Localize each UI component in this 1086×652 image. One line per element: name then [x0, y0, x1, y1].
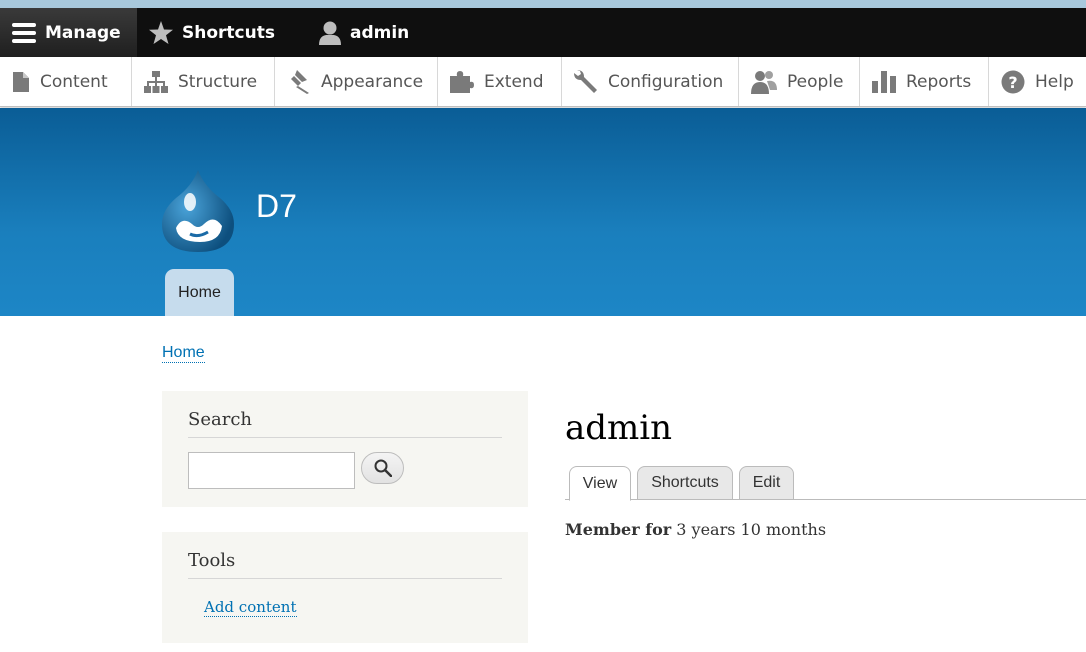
breadcrumb-home[interactable]: Home: [162, 344, 205, 363]
search-input[interactable]: [188, 452, 355, 489]
search-button[interactable]: [361, 452, 404, 484]
tray-item-extend[interactable]: Extend: [438, 57, 562, 106]
admin-toolbar: Manage Shortcuts admin: [0, 8, 1086, 57]
user-icon: [318, 21, 341, 45]
tray-item-people[interactable]: People: [739, 57, 860, 106]
user-button[interactable]: admin: [287, 8, 421, 57]
people-icon: [751, 70, 777, 94]
tools-block-title: Tools: [188, 550, 502, 579]
site-name[interactable]: D7: [256, 188, 297, 225]
manage-label: Manage: [45, 22, 121, 43]
search-block-title: Search: [188, 409, 502, 438]
svg-text:?: ?: [1008, 73, 1017, 92]
tray-label: People: [787, 71, 844, 92]
top-strip: [0, 0, 1086, 8]
main-menu-home[interactable]: Home: [165, 269, 234, 316]
shortcuts-label: Shortcuts: [182, 22, 275, 43]
site-header: D7 Home: [0, 108, 1086, 316]
manage-button[interactable]: Manage: [0, 8, 137, 57]
search-block: Search: [162, 391, 528, 507]
tray-label: Reports: [906, 71, 972, 92]
user-label: admin: [349, 22, 410, 43]
file-icon: [13, 71, 29, 92]
drupal-logo-icon[interactable]: [160, 168, 236, 258]
tray-item-help[interactable]: ? Help: [989, 57, 1086, 106]
sitemap-icon: [144, 70, 168, 93]
member-for: Member for 3 years 10 months: [565, 520, 826, 539]
user-tabs: View Shortcuts Edit: [565, 466, 1086, 501]
tray-item-configuration[interactable]: Configuration: [562, 57, 739, 106]
tray-label: Extend: [484, 71, 544, 92]
tray-label: Appearance: [321, 71, 424, 92]
bar-chart-icon: [872, 70, 896, 93]
help-icon: ?: [1001, 70, 1025, 93]
tools-block: Tools Add content: [162, 532, 528, 643]
tab-edit[interactable]: Edit: [739, 466, 794, 500]
member-for-value: 3 years 10 months: [676, 520, 827, 539]
admin-tray: Content Structure Appearance Extend Conf…: [0, 57, 1086, 107]
tray-label: Help: [1035, 71, 1074, 92]
paintbrush-icon: [291, 69, 309, 94]
puzzle-icon: [450, 70, 474, 93]
tray-item-structure[interactable]: Structure: [132, 57, 275, 106]
hamburger-icon: [12, 22, 36, 43]
member-for-label: Member for: [565, 520, 672, 539]
tray-label: Content: [40, 71, 108, 92]
page-title: admin: [565, 408, 673, 448]
tray-item-content[interactable]: Content: [0, 57, 132, 106]
wrench-icon: [574, 69, 597, 93]
tray-item-appearance[interactable]: Appearance: [275, 57, 438, 106]
tray-label: Configuration: [608, 71, 724, 92]
shortcuts-button[interactable]: Shortcuts: [137, 8, 287, 57]
add-content-link[interactable]: Add content: [204, 598, 297, 617]
tab-shortcuts[interactable]: Shortcuts: [637, 466, 733, 500]
tab-view[interactable]: View: [569, 466, 631, 501]
tray-item-reports[interactable]: Reports: [860, 57, 989, 106]
tray-label: Structure: [178, 71, 258, 92]
star-icon: [149, 21, 173, 44]
search-icon: [374, 459, 392, 477]
